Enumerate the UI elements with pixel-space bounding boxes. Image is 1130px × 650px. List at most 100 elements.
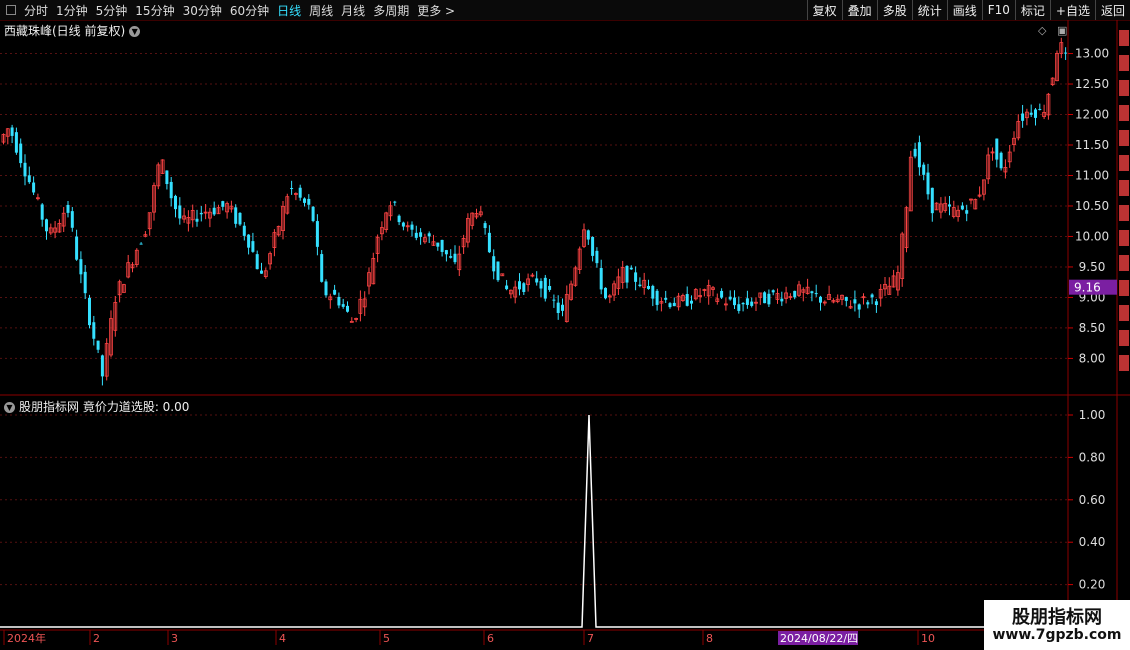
candle-body: [384, 212, 389, 230]
candle-body: [195, 218, 199, 222]
candle-body: [995, 138, 999, 160]
candle-body: [444, 250, 448, 255]
period-tab-1[interactable]: 1分钟: [56, 2, 88, 19]
action-button-1[interactable]: 叠加: [841, 0, 877, 20]
stock-title[interactable]: 西藏珠峰(日线 前复权) ▼: [4, 22, 141, 39]
candle-body: [1038, 108, 1042, 110]
candle-body: [349, 320, 354, 323]
candle-body: [109, 318, 113, 356]
candle-body: [508, 289, 513, 295]
candle-body: [604, 287, 607, 299]
diamond-icon[interactable]: ◇: [1038, 24, 1046, 37]
candle-body: [461, 237, 466, 248]
price-label-9: 8.50: [1079, 321, 1106, 335]
candle-body: [775, 293, 780, 300]
candle-body: [88, 297, 91, 326]
candle-body: [104, 343, 109, 377]
panel-toggle-icon[interactable]: ▣: [1057, 24, 1067, 37]
candle-body: [659, 301, 664, 304]
action-button-3[interactable]: 统计: [911, 0, 947, 20]
indicator-line: [0, 414, 1068, 628]
candle-body: [169, 181, 173, 199]
action-button-8[interactable]: 返回: [1094, 0, 1130, 20]
candle-body: [737, 304, 741, 311]
candle-body: [866, 302, 870, 305]
action-button-6[interactable]: 标记: [1014, 0, 1050, 20]
period-tab-7[interactable]: 周线: [309, 2, 333, 19]
chevron-down-icon[interactable]: ▼: [129, 26, 141, 37]
period-tab-6[interactable]: 日线: [277, 2, 301, 19]
candle-body: [861, 296, 866, 299]
period-tab-4[interactable]: 30分钟: [183, 2, 222, 19]
indicator-label-2: 0.60: [1079, 493, 1106, 507]
period-tab-3[interactable]: 15分钟: [135, 2, 174, 19]
candle-body: [831, 300, 836, 303]
candle-body: [40, 204, 44, 220]
candle-body: [483, 223, 487, 229]
candle-body: [320, 254, 324, 282]
period-tabs: 分时 1分钟 5分钟 15分钟 30分钟 60分钟 日线 周线 月线 多周期 更多 >: [6, 0, 463, 20]
chevron-down-icon[interactable]: ▼: [4, 402, 15, 413]
price-label-6: 10.00: [1075, 229, 1109, 243]
candle-body: [190, 209, 195, 221]
candle-body: [203, 211, 208, 214]
candle-body: [251, 241, 255, 252]
candle-body: [681, 295, 685, 301]
candle-body: [990, 151, 995, 154]
candle-body: [599, 268, 603, 290]
candle-body: [780, 298, 784, 302]
period-tab-2[interactable]: 5分钟: [96, 2, 128, 19]
candle-body: [354, 318, 359, 320]
candle-body: [122, 284, 126, 293]
candle-body: [247, 234, 251, 248]
action-button-4[interactable]: 画线: [946, 0, 982, 20]
candle-body: [1029, 112, 1033, 115]
indicator-title[interactable]: ▼ 股朋指标网 竟价力道选股: 0.00: [4, 398, 189, 415]
candle-body: [92, 322, 96, 339]
candle-body: [698, 295, 702, 297]
candle-body: [53, 227, 57, 233]
candle-body: [487, 232, 491, 253]
candle-body: [307, 198, 311, 205]
candle-body: [706, 285, 711, 297]
period-tab-5[interactable]: 60分钟: [230, 2, 269, 19]
candle-body: [303, 198, 306, 203]
candle-body: [960, 205, 964, 210]
action-button-7[interactable]: +自选: [1049, 0, 1095, 20]
candle-body: [561, 304, 564, 311]
candle-body: [750, 301, 754, 306]
candle-body: [887, 285, 892, 295]
candle-body: [293, 193, 298, 195]
candle-body: [100, 355, 104, 377]
period-tab-9[interactable]: 多周期: [373, 2, 409, 19]
action-button-5[interactable]: F10: [981, 0, 1015, 20]
period-tab-10[interactable]: 更多 >: [417, 2, 455, 19]
candle-body: [1034, 109, 1037, 118]
side-panel-glyph: [1119, 55, 1129, 71]
candle-body: [715, 298, 720, 302]
candle-body: [819, 296, 822, 303]
candle-body: [5, 128, 10, 137]
candle-body: [1042, 112, 1046, 117]
window-icon[interactable]: [6, 5, 16, 15]
candle-body: [702, 289, 707, 291]
candle-body: [965, 210, 969, 214]
candle-body: [647, 285, 650, 289]
action-button-2[interactable]: 多股: [876, 0, 912, 20]
action-button-0[interactable]: 复权: [806, 0, 842, 20]
candle-body: [401, 222, 405, 227]
candle-body: [539, 281, 543, 289]
candle-body: [805, 286, 810, 294]
period-tab-0[interactable]: 分时: [24, 2, 48, 19]
candle-body: [543, 277, 547, 299]
candle-body: [23, 162, 27, 177]
candle-body: [741, 302, 745, 305]
side-panel-glyph: [1119, 130, 1129, 146]
candle-body: [268, 253, 273, 265]
period-tab-8[interactable]: 月线: [341, 2, 365, 19]
candle-body: [186, 216, 191, 224]
candle-body: [492, 256, 496, 272]
candle-body: [672, 302, 676, 307]
candle-body: [595, 250, 599, 264]
candle-body: [496, 261, 500, 281]
